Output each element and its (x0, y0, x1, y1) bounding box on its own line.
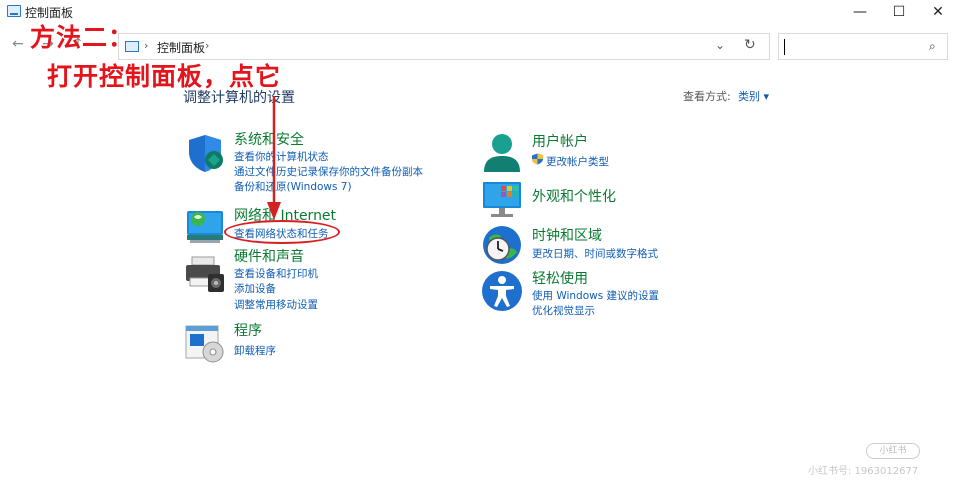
back-button[interactable]: ← (8, 36, 28, 52)
category-title-clock-region[interactable]: 时钟和区域 (532, 225, 602, 245)
link-backup-restore[interactable]: 备份和还原(Windows 7) (234, 179, 352, 194)
link-add-device[interactable]: 添加设备 (234, 281, 276, 296)
search-icon[interactable]: ⌕ (929, 39, 936, 54)
category-title-ease-of-access[interactable]: 轻松使用 (532, 268, 588, 288)
annotation-arrow-icon (267, 96, 281, 220)
accessibility-icon[interactable] (481, 270, 523, 312)
annotation-method-label: 方法二： (30, 23, 135, 52)
link-optimize-visual-display[interactable]: 优化视觉显示 (532, 303, 595, 318)
network-icon[interactable] (184, 205, 226, 247)
link-uninstall-program[interactable]: 卸载程序 (234, 343, 276, 358)
link-mobility-settings[interactable]: 调整常用移动设置 (234, 297, 318, 312)
category-title-appearance[interactable]: 外观和个性化 (532, 186, 616, 206)
refresh-icon[interactable]: ↻ (744, 37, 756, 53)
annotation-instruction: 打开控制面板，点它 (47, 62, 282, 91)
printer-icon[interactable] (184, 254, 226, 296)
link-change-date-time[interactable]: 更改日期、时间或数字格式 (532, 246, 658, 261)
link-change-account-type[interactable]: 更改帐户类型 (546, 154, 609, 169)
breadcrumb-separator-icon: › (144, 39, 149, 52)
search-input[interactable]: ⌕ (778, 33, 948, 60)
minimize-button[interactable]: — (840, 0, 880, 24)
breadcrumb-separator-icon[interactable]: › (205, 39, 209, 52)
text-caret (784, 39, 785, 55)
link-recommended-settings[interactable]: 使用 Windows 建议的设置 (532, 288, 659, 303)
watermark-logo: 小红书 (866, 443, 920, 459)
annotation-circle (224, 220, 340, 244)
maximize-button[interactable]: ☐ (879, 0, 919, 24)
category-title-programs[interactable]: 程序 (234, 320, 262, 340)
address-bar[interactable]: › 控制面板 › ⌄ ↻ (118, 33, 770, 60)
user-icon[interactable] (481, 132, 523, 174)
programs-icon[interactable] (184, 322, 226, 364)
category-title-user-accounts[interactable]: 用户帐户 (532, 131, 588, 151)
shield-icon[interactable] (184, 132, 226, 174)
chevron-down-icon[interactable]: ⌄ (715, 38, 725, 52)
view-by-dropdown[interactable]: 类别 ▾ (738, 88, 769, 104)
clock-globe-icon[interactable] (481, 224, 523, 266)
monitor-icon[interactable] (481, 179, 523, 221)
breadcrumb-control-panel[interactable]: 控制面板 (157, 39, 205, 56)
view-by-label: 查看方式: (683, 90, 731, 103)
category-title-hardware-sound[interactable]: 硬件和声音 (234, 246, 304, 266)
uac-shield-icon (532, 153, 543, 165)
title-bar: 控制面板 — ☐ ✕ (0, 0, 960, 24)
watermark-text: 小红书号: 1963012677 (808, 466, 919, 477)
link-file-history[interactable]: 通过文件历史记录保存你的文件备份副本 (234, 164, 423, 179)
control-panel-icon (7, 5, 21, 17)
close-button[interactable]: ✕ (918, 0, 958, 24)
link-view-devices-printers[interactable]: 查看设备和打印机 (234, 266, 318, 281)
